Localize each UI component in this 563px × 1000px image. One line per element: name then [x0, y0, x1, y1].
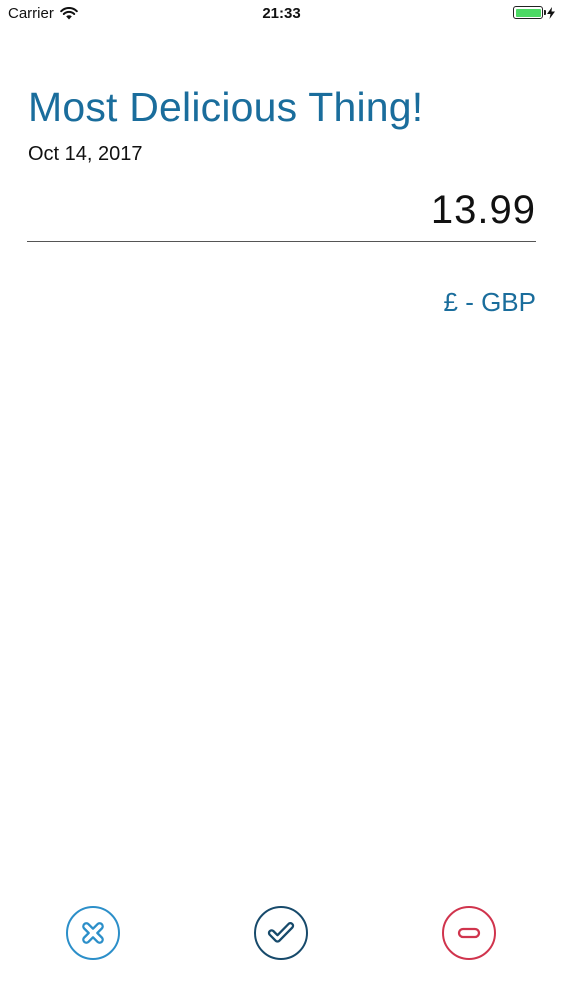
- status-time: 21:33: [262, 5, 301, 22]
- x-circle-icon: [78, 918, 108, 948]
- entry-title[interactable]: Most Delicious Thing!: [28, 84, 423, 131]
- battery-icon: [513, 6, 546, 19]
- currency-selector[interactable]: £ - GBP: [444, 287, 536, 318]
- amount-field[interactable]: 13.99: [27, 184, 536, 242]
- check-circle-icon: [265, 917, 297, 949]
- battery-level: [515, 8, 541, 17]
- minus-circle-icon: [454, 918, 484, 948]
- entry-date[interactable]: Oct 14, 2017: [28, 143, 143, 166]
- confirm-button[interactable]: [254, 906, 308, 960]
- amount-value[interactable]: 13.99: [431, 188, 536, 233]
- delete-button[interactable]: [442, 906, 496, 960]
- cancel-button[interactable]: [66, 906, 120, 960]
- status-bar: Carrier 21:33: [0, 0, 563, 30]
- charging-bolt-icon: [547, 6, 555, 19]
- status-right: [513, 6, 555, 19]
